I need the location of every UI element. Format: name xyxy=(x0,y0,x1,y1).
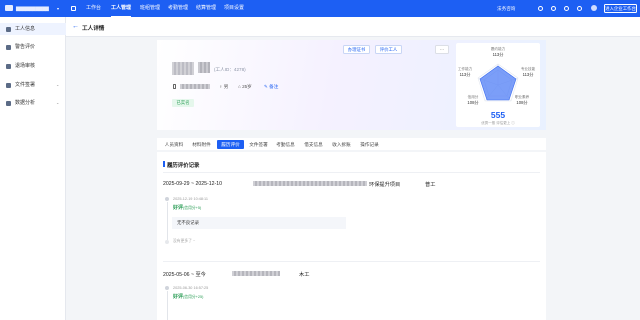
legal-consult-link[interactable]: 法务咨询 xyxy=(497,6,515,12)
detail-tabs: 人员资料 材料附件 履历评价 文件签署 考勤信息 借支信息 收入拆账 操作记录 xyxy=(157,138,546,150)
score-caption: 优秀一般 评估更上 ⓘ xyxy=(481,121,515,125)
timeline-dot xyxy=(165,286,169,290)
evaluation-time: 2025-06-30 16:57:25 xyxy=(173,286,209,290)
record-date-range: 2025-09-29 ~ 2025-12-10 xyxy=(163,181,222,187)
tab-file-signing[interactable]: 文件签署 xyxy=(246,140,271,149)
sidebar-item-exit-review[interactable]: 退场审核 xyxy=(0,60,66,72)
tab-resume-evaluation[interactable]: 履历评价 xyxy=(217,140,244,149)
section-title-bar xyxy=(163,161,165,167)
sidebar-item-data-analysis[interactable]: 数据分析 ⌄ xyxy=(0,97,66,109)
rating-label: 好评(信用分+5) xyxy=(173,204,201,211)
status-badge: 已实名 xyxy=(172,99,194,107)
section-title: 履历评价记录 xyxy=(167,163,200,169)
sidebar-item-label: 警告评价 xyxy=(15,44,36,50)
chevron-down-icon: ⌄ xyxy=(56,82,60,87)
no-more-text: 没有更多了 ~ xyxy=(173,239,196,243)
gender-value: 男 xyxy=(223,84,229,89)
nav-worker-management[interactable]: 工人管理 xyxy=(111,0,132,17)
tab-personnel-info[interactable]: 人员资料 xyxy=(161,140,187,149)
radar-value: 108分 xyxy=(516,100,528,105)
divider xyxy=(163,172,540,173)
sidebar-item-label: 工人信息 xyxy=(15,26,36,32)
handle-certificate-button[interactable]: 办理证书 xyxy=(343,45,370,54)
back-arrow-icon[interactable]: ← xyxy=(72,22,79,31)
settings-icon[interactable] xyxy=(577,5,582,11)
record-role: 木工 xyxy=(299,272,310,278)
sidebar-item-warning-evaluation[interactable]: 警告评价 xyxy=(0,41,66,53)
user-avatar[interactable] xyxy=(591,5,597,11)
project-name-redacted xyxy=(253,181,367,186)
sidebar: 工人信息 警告评价 退场审核 文件签署 ⌄ 数据分析 ⌄ xyxy=(0,17,66,320)
worker-id: (工人ID：4278) xyxy=(214,67,246,72)
project-name-suffix: 环保提升项目 xyxy=(369,182,401,188)
tab-operation-log[interactable]: 操作记录 xyxy=(356,140,383,149)
file-sign-icon xyxy=(6,82,11,88)
more-actions-button[interactable]: ··· xyxy=(435,45,449,54)
download-icon[interactable] xyxy=(551,5,556,11)
tab-attendance-info[interactable]: 考勤信息 xyxy=(272,140,299,149)
radar-value: 113分 xyxy=(459,72,471,77)
record-role: 普工 xyxy=(425,182,436,188)
radar-value: 113分 xyxy=(522,72,534,77)
age-value: 25岁 xyxy=(242,84,252,89)
top-navigation-bar: ▇▇▇▇▇▇▇▇▇▇ ▾ 工作台 工人管理 班组管理 考勤管理 结算管理 项目设… xyxy=(0,0,640,17)
warning-icon xyxy=(6,44,11,50)
note-link[interactable]: ✎ 备注 xyxy=(264,84,278,90)
timeline-line xyxy=(166,291,168,320)
record-date-range: 2025-05-06 ~ 至今 xyxy=(163,272,206,278)
evaluate-worker-button[interactable]: 评价工人 xyxy=(375,45,402,54)
chart-icon xyxy=(6,100,11,106)
phone-icon xyxy=(173,84,176,89)
phone-number-redacted xyxy=(180,84,210,89)
radar-value: 108分 xyxy=(467,100,479,105)
nav-project-settings[interactable]: 项目设置 xyxy=(224,0,244,17)
project-name-redacted xyxy=(232,271,280,276)
sidebar-item-label: 退场审核 xyxy=(15,63,36,69)
rating-detail: (信用分+25) xyxy=(183,295,204,299)
rating-text: 好评 xyxy=(173,294,184,300)
evaluation-time: 2025-12-19 10:48:11 xyxy=(173,197,208,201)
timeline-dot xyxy=(165,197,169,201)
timeline-line xyxy=(166,202,168,240)
rating-detail: (信用分+5) xyxy=(183,206,202,210)
worker-icon xyxy=(6,26,11,32)
nav-settlement-management[interactable]: 结算管理 xyxy=(196,0,216,17)
total-score: 555 xyxy=(490,110,506,120)
rating-text: 好评 xyxy=(173,205,184,211)
note-label: 备注 xyxy=(269,84,279,89)
page-header: ← 工人详情 xyxy=(66,17,640,37)
chevron-down-icon: ⌄ xyxy=(56,100,60,105)
nav-team-management[interactable]: 班组管理 xyxy=(140,0,160,17)
rating-label: 好评(信用分+25) xyxy=(173,293,203,300)
company-dropdown-icon[interactable]: ▾ xyxy=(57,6,59,11)
bell-icon[interactable] xyxy=(564,5,569,11)
page-title: 工人详情 xyxy=(82,25,105,32)
sidebar-toggle-icon[interactable] xyxy=(71,5,76,11)
company-logo xyxy=(5,5,13,11)
sidebar-item-label: 数据分析 xyxy=(15,100,36,106)
enter-enterprise-workbench-button[interactable]: 进入企业工作台 xyxy=(604,4,637,13)
divider xyxy=(163,261,540,262)
nav-attendance-management[interactable]: 考勤管理 xyxy=(168,0,188,17)
sidebar-item-label: 文件签署 xyxy=(15,82,36,88)
timeline-end-dot xyxy=(165,240,169,244)
nav-workbench[interactable]: 工作台 xyxy=(86,0,101,17)
gender-text: ♀ 男 xyxy=(219,84,228,90)
tab-material-attachments[interactable]: 材料附件 xyxy=(188,140,215,149)
age-text: ⌂ 25岁 xyxy=(238,84,252,90)
tab-income-split[interactable]: 收入拆账 xyxy=(328,140,355,149)
resume-evaluation-panel xyxy=(157,152,546,320)
evaluation-comment: 无不良记录 xyxy=(172,217,346,229)
sidebar-item-worker-info[interactable]: 工人信息 xyxy=(0,23,66,35)
sidebar-item-file-signing[interactable]: 文件签署 ⌄ xyxy=(0,79,66,91)
worker-name-redacted-2 xyxy=(198,62,210,73)
help-icon[interactable] xyxy=(538,5,543,11)
tab-advance-info[interactable]: 借支信息 xyxy=(300,140,327,149)
worker-name-redacted xyxy=(172,62,194,75)
company-name-redacted[interactable]: ▇▇▇▇▇▇▇▇▇▇ xyxy=(16,6,49,12)
exit-review-icon xyxy=(6,63,11,69)
radar-value: 113分 xyxy=(492,52,504,57)
